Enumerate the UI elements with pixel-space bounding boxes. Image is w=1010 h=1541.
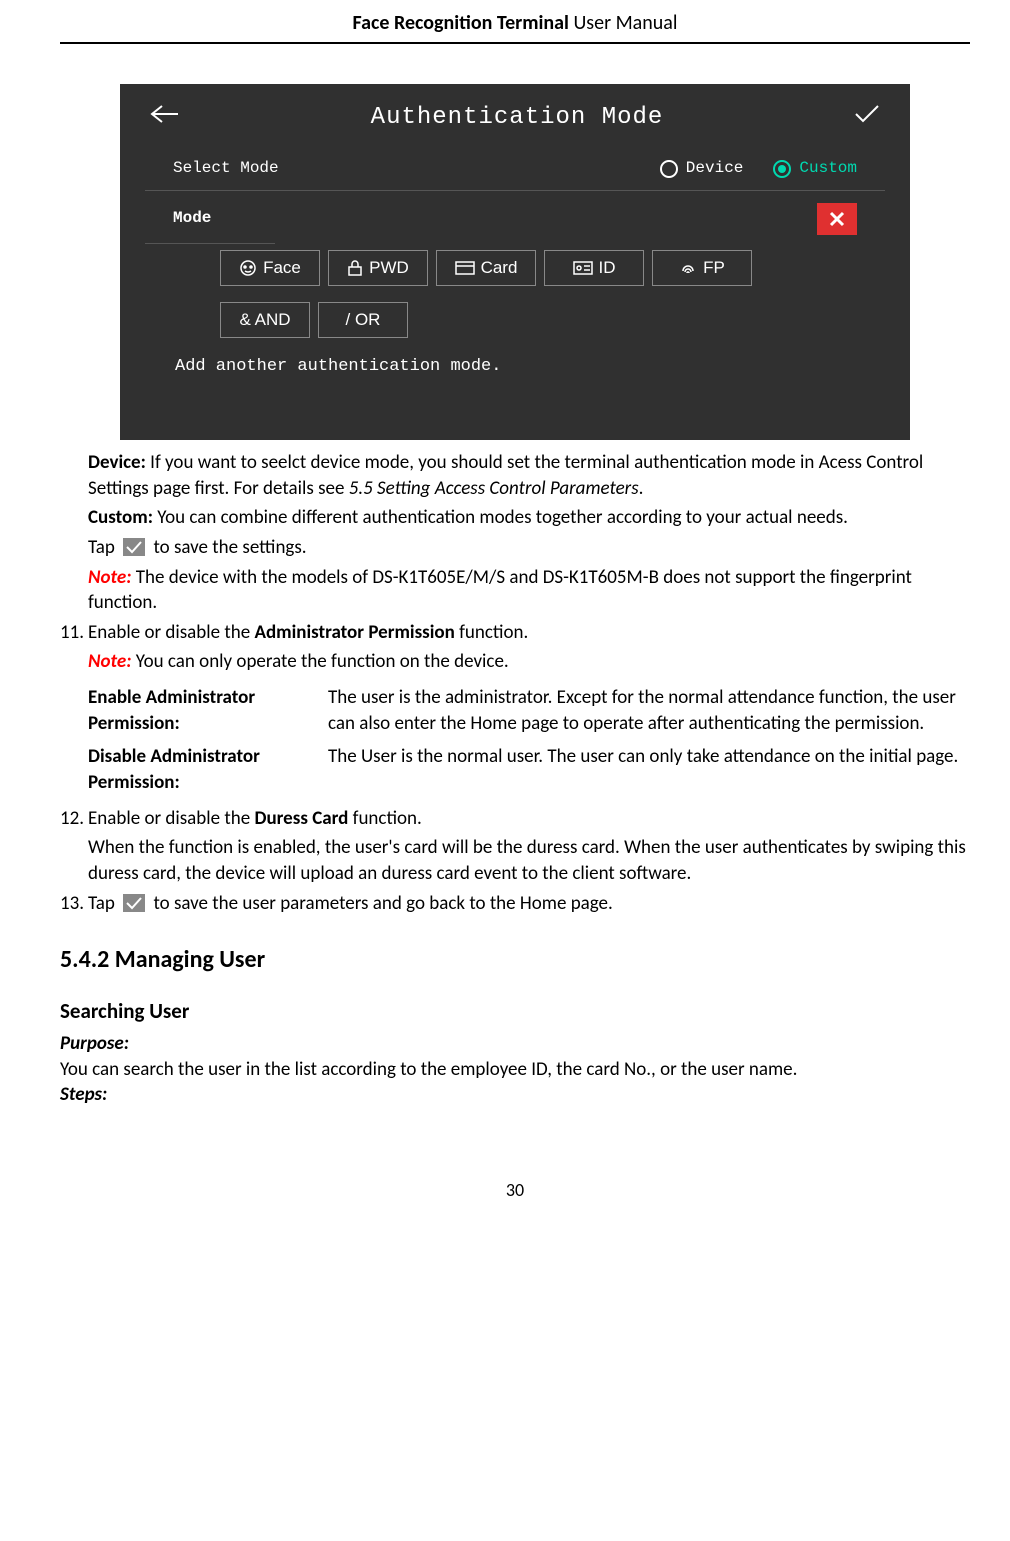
note-1: Note: The device with the models of DS-K…	[88, 565, 970, 616]
delete-mode-button[interactable]	[817, 203, 857, 235]
purpose-text: You can search the user in the list acco…	[60, 1057, 970, 1083]
section-heading: 5.4.2 Managing User	[60, 944, 970, 976]
pwd-button[interactable]: PWD	[328, 250, 428, 286]
table-row: Enable Administrator Permission: The use…	[88, 681, 970, 740]
step-12: 12. Enable or disable the Duress Card fu…	[60, 806, 970, 832]
id-button[interactable]: ID	[544, 250, 644, 286]
header-thin: User Manual	[569, 11, 678, 35]
page-header: Face Recognition Terminal User Manual	[60, 0, 970, 44]
check-icon	[123, 538, 145, 556]
and-button[interactable]: & AND	[220, 302, 310, 338]
step-13: 13. Tap to save the user parameters and …	[60, 891, 970, 917]
step-11: 11. Enable or disable the Administrator …	[60, 620, 970, 646]
radio-circle-icon	[773, 160, 791, 178]
subsection-heading: Searching User	[60, 997, 970, 1025]
step-12-desc: When the function is enabled, the user's…	[88, 835, 970, 886]
note-2: Note: You can only operate the function …	[88, 649, 970, 675]
custom-paragraph: Custom: You can combine different authen…	[88, 505, 970, 531]
header-bold: Face Recognition Terminal	[353, 11, 569, 35]
select-mode-label: Select Mode	[173, 158, 630, 180]
radio-device[interactable]: Device	[660, 158, 744, 180]
device-paragraph: Device: If you want to seelct device mod…	[88, 450, 970, 501]
purpose-label: Purpose:	[60, 1031, 970, 1057]
auth-mode-screenshot: Authentication Mode Select Mode Device C…	[120, 84, 910, 440]
definitions-table: Enable Administrator Permission: The use…	[88, 681, 970, 800]
table-row: Disable Administrator Permission: The Us…	[88, 740, 970, 799]
radio-circle-icon	[660, 160, 678, 178]
radio-custom[interactable]: Custom	[773, 158, 857, 180]
steps-label: Steps:	[60, 1082, 970, 1108]
or-button[interactable]: / OR	[318, 302, 408, 338]
mode-label: Mode	[173, 208, 817, 230]
hint-text: Add another authentication mode.	[120, 338, 910, 379]
card-button[interactable]: Card	[436, 250, 536, 286]
screenshot-title: Authentication Mode	[371, 102, 664, 134]
back-icon[interactable]	[150, 104, 180, 132]
fp-button[interactable]: FP	[652, 250, 752, 286]
tap-save-paragraph: Tap to save the settings.	[88, 535, 970, 561]
face-button[interactable]: Face	[220, 250, 320, 286]
check-icon	[123, 894, 145, 912]
confirm-icon[interactable]	[854, 104, 880, 132]
page-number: 30	[60, 1178, 970, 1202]
